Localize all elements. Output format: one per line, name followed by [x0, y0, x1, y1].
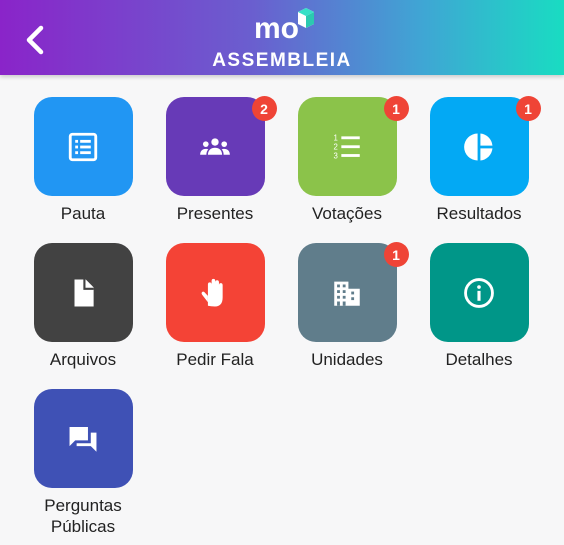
- tile-label: Presentes: [176, 204, 254, 223]
- tile-label: Unidades: [311, 350, 383, 369]
- document-icon: [74, 279, 94, 306]
- pie-chart-icon: [464, 133, 493, 160]
- tile-pauta-box[interactable]: [33, 97, 133, 196]
- tile-arquivos-box[interactable]: [33, 243, 133, 342]
- tile-label: Perguntas Públicas: [44, 496, 122, 536]
- tile-pauta[interactable]: Pauta: [23, 97, 143, 224]
- building-icon: [334, 281, 360, 306]
- tile-label: Pedir Fala: [176, 350, 254, 369]
- tile-detalhes-box[interactable]: [429, 243, 529, 342]
- svg-text:3: 3: [334, 151, 338, 160]
- forum-icon: [69, 426, 97, 452]
- tile-resultados-box[interactable]: 1: [429, 96, 541, 196]
- tile-label: Resultados: [436, 204, 522, 223]
- notification-badge: 1: [383, 242, 409, 267]
- tile-detalhes[interactable]: Detalhes: [419, 243, 539, 370]
- tile-perguntas-publicas[interactable]: Perguntas Públicas: [23, 389, 143, 537]
- notification-badge: 1: [383, 96, 409, 121]
- app-header: mo ASSEMBLEIA: [0, 0, 564, 75]
- svg-text:1: 1: [334, 133, 338, 142]
- tile-label: Arquivos: [49, 350, 117, 369]
- people-icon: [200, 137, 230, 155]
- tile-pedir-fala-box[interactable]: [165, 243, 265, 342]
- app-logo: mo: [254, 8, 314, 44]
- tile-label: Detalhes: [445, 350, 513, 369]
- tile-votacoes-box[interactable]: 1 2 3 1: [297, 96, 409, 196]
- tile-pedir-fala[interactable]: Pedir Fala: [155, 243, 275, 370]
- tile-unidades[interactable]: 1 Unidades: [287, 242, 409, 370]
- tile-perguntas-publicas-box[interactable]: [33, 389, 133, 488]
- hand-icon: [201, 278, 223, 306]
- notification-badge: 2: [251, 96, 277, 121]
- tile-unidades-box[interactable]: 1: [297, 242, 409, 342]
- info-icon: [464, 277, 494, 308]
- notification-badge: 1: [515, 96, 541, 121]
- tile-label: Pauta: [60, 204, 106, 223]
- list-alt-icon: [68, 132, 98, 161]
- tile-resultados[interactable]: 1 Resultados: [419, 96, 541, 224]
- tile-presentes-box[interactable]: 2: [165, 96, 277, 196]
- svg-text:2: 2: [334, 142, 338, 151]
- page-title: ASSEMBLEIA: [212, 50, 352, 71]
- tile-votacoes[interactable]: 1 2 3 1 Votações: [287, 96, 409, 224]
- tile-presentes[interactable]: 2 Presentes: [155, 96, 277, 224]
- numbered-list-icon: 1 2 3: [334, 133, 360, 160]
- tile-arquivos[interactable]: Arquivos: [23, 243, 143, 370]
- tile-label: Votações: [312, 204, 382, 223]
- logo-text: mo: [254, 12, 299, 44]
